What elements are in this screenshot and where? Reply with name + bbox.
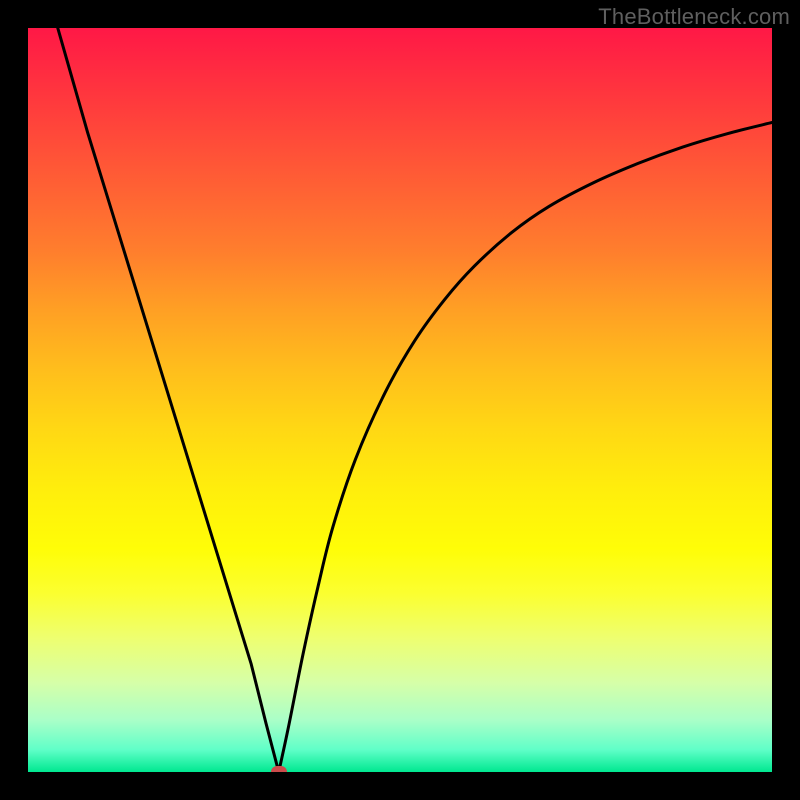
bottleneck-curve-left (58, 28, 279, 772)
curve-svg (28, 28, 772, 772)
chart-frame: TheBottleneck.com (0, 0, 800, 800)
bottleneck-curve-right (279, 122, 772, 772)
optimum-marker (271, 766, 287, 772)
plot-area (28, 28, 772, 772)
watermark-text: TheBottleneck.com (598, 4, 790, 30)
